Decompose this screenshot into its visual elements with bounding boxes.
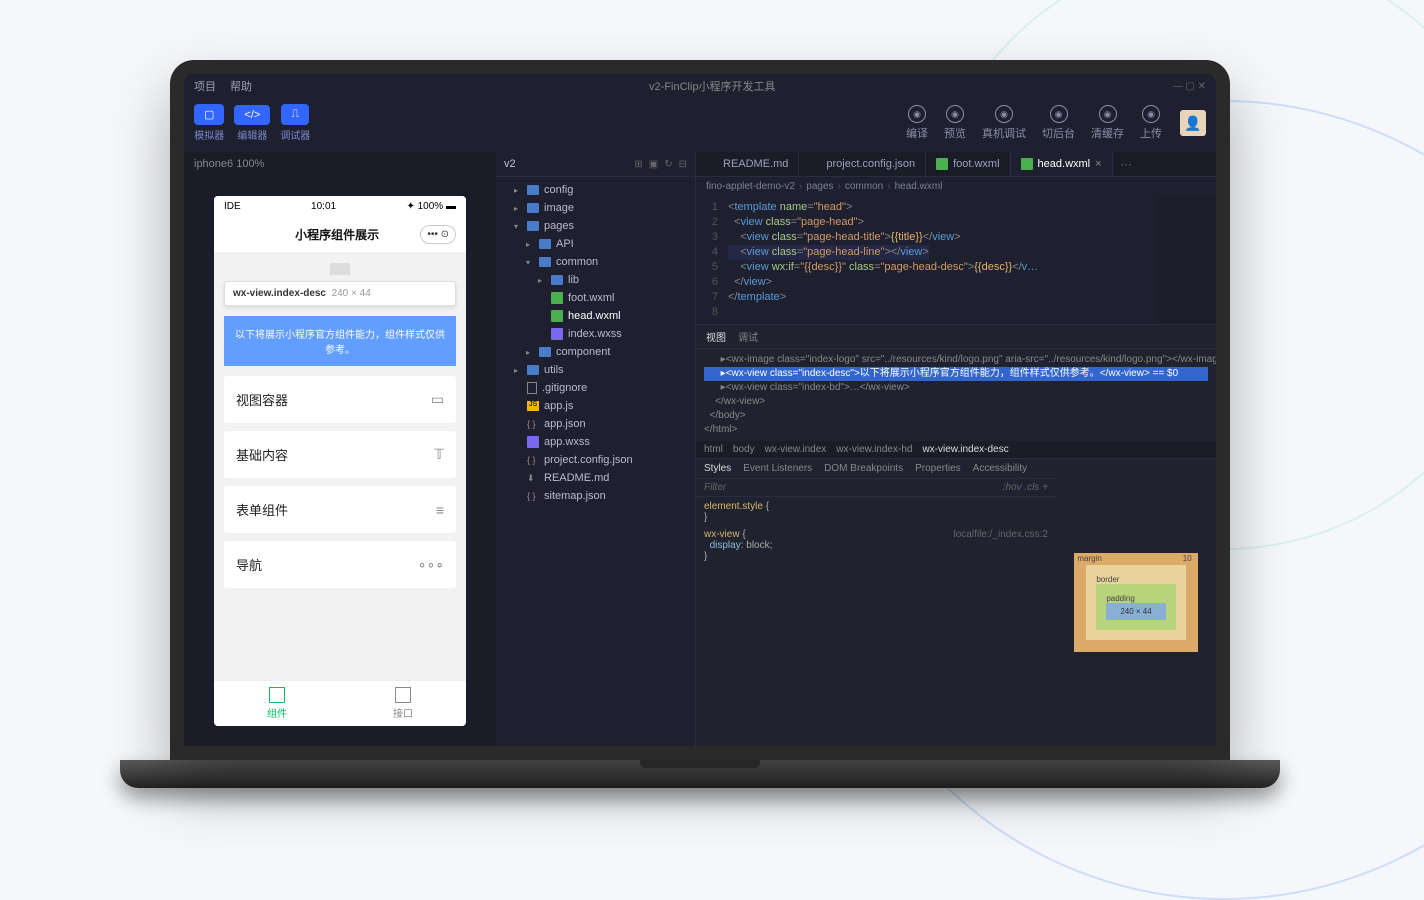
new-folder-icon[interactable]: ▣ <box>649 159 658 170</box>
styles-panel: StylesEvent ListenersDOM BreakpointsProp… <box>696 459 1056 746</box>
menu-help[interactable]: 帮助 <box>230 78 252 94</box>
upload-button[interactable]: ◉上传 <box>1132 105 1170 141</box>
menu-project[interactable]: 项目 <box>194 78 216 94</box>
tree-node[interactable]: { }sitemap.json <box>496 487 695 505</box>
page-title: 小程序组件展示 <box>254 226 420 243</box>
refresh-icon[interactable]: ↻ <box>664 159 672 170</box>
tree-node[interactable]: ▸API <box>496 235 695 253</box>
tree-node[interactable]: ▸utils <box>496 361 695 379</box>
tab-overflow[interactable]: ⋯ <box>1113 158 1140 171</box>
tree-node[interactable]: { }app.json <box>496 415 695 433</box>
tree-node[interactable]: ▸lib <box>496 271 695 289</box>
tree-node[interactable]: JSapp.js <box>496 397 695 415</box>
mode-simulator[interactable]: ▢ <box>194 104 224 125</box>
app-title: v2-FinClip小程序开发工具 <box>266 78 1159 94</box>
filter-input[interactable]: Filter <box>704 482 726 493</box>
tabbar-item[interactable]: 接口 <box>340 681 466 726</box>
tree-node[interactable]: ▸component <box>496 343 695 361</box>
devtools-top-tabs[interactable]: 视图 调试 <box>696 325 1216 349</box>
minimap[interactable] <box>1156 196 1216 324</box>
box-model: margin 10 border padding 240 × 44 <box>1056 459 1216 746</box>
sim-menu-item[interactable]: 表单组件≡ <box>224 486 456 533</box>
phone-tabbar: 组件接口 <box>214 680 466 726</box>
phone-menu-button[interactable]: ••• ⊙ <box>420 225 456 244</box>
styles-tabs[interactable]: StylesEvent ListenersDOM BreakpointsProp… <box>696 459 1056 479</box>
tree-node[interactable]: app.wxss <box>496 433 695 451</box>
simulator-panel: iphone6 100% IDE 10:01 ✦ 100% ▬ 小程序组件展示 <box>184 152 496 746</box>
dom-tree[interactable]: ▸<wx-image class="index-logo" src="../re… <box>696 349 1216 441</box>
tree-node[interactable]: ▾pages <box>496 217 695 235</box>
avatar[interactable]: 👤 <box>1180 110 1206 136</box>
background-button[interactable]: ◉切后台 <box>1034 105 1083 141</box>
project-root: v2 <box>504 158 516 170</box>
sim-menu-item[interactable]: 基础内容𝕋 <box>224 431 456 478</box>
tree-node[interactable]: head.wxml <box>496 307 695 325</box>
tree-node[interactable]: ▸config <box>496 181 695 199</box>
editor-tab[interactable]: head.wxml× <box>1011 152 1113 176</box>
breadcrumb: fino-applet-demo-v2›pages›common›head.wx… <box>696 177 1216 196</box>
editor-tab[interactable]: project.config.json <box>799 152 926 176</box>
tree-node[interactable]: { }project.config.json <box>496 451 695 469</box>
tree-node[interactable]: index.wxss <box>496 325 695 343</box>
editor-tab[interactable]: foot.wxml <box>926 152 1010 176</box>
compile-button[interactable]: ◉编译 <box>898 105 936 141</box>
mode-editor[interactable]: </> <box>234 105 270 125</box>
collapse-icon[interactable]: ⊟ <box>679 159 687 170</box>
file-tree[interactable]: ▸config▸image▾pages▸API▾common▸libfoot.w… <box>496 177 695 509</box>
highlighted-element: 以下将展示小程序官方组件能力，组件样式仅供参考。 <box>224 316 456 366</box>
clear-cache-button[interactable]: ◉清缓存 <box>1083 105 1132 141</box>
devtools: 视图 调试 ▸<wx-image class="index-logo" src=… <box>696 324 1216 746</box>
preview-button[interactable]: ◉预览 <box>936 105 974 141</box>
device-info: iphone6 100% <box>184 152 496 176</box>
laptop-mockup: 项目 帮助 v2-FinClip小程序开发工具 — ▢ ✕ ▢模拟器 </>编辑… <box>170 60 1230 788</box>
inspector-tooltip: wx-view.index-desc 240 × 44 <box>224 281 456 306</box>
tree-node[interactable]: ⬇README.md <box>496 469 695 487</box>
file-explorer: v2 ⊞ ▣ ↻ ⊟ ▸config▸image▾pages▸API▾commo… <box>496 152 696 746</box>
new-file-icon[interactable]: ⊞ <box>634 159 642 170</box>
tree-node[interactable]: ▸image <box>496 199 695 217</box>
sim-menu-item[interactable]: 视图容器▭ <box>224 376 456 423</box>
tabbar-item[interactable]: 组件 <box>214 681 340 726</box>
editor-tab[interactable]: README.md <box>696 152 799 176</box>
editor-tabs: README.mdproject.config.jsonfoot.wxmlhea… <box>696 152 1216 177</box>
menubar: 项目 帮助 v2-FinClip小程序开发工具 — ▢ ✕ <box>184 74 1216 98</box>
phone-preview: IDE 10:01 ✦ 100% ▬ 小程序组件展示 ••• ⊙ <box>214 196 466 726</box>
sim-menu-item[interactable]: 导航∘∘∘ <box>224 541 456 588</box>
window-controls[interactable]: — ▢ ✕ <box>1173 81 1206 92</box>
dom-breadcrumb[interactable]: htmlbodywx-view.indexwx-view.index-hdwx-… <box>696 441 1216 458</box>
phone-status-bar: IDE 10:01 ✦ 100% ▬ <box>214 196 466 217</box>
code-editor[interactable]: 1<template name="head">2 <view class="pa… <box>696 196 1216 324</box>
ide-window: 项目 帮助 v2-FinClip小程序开发工具 — ▢ ✕ ▢模拟器 </>编辑… <box>184 74 1216 746</box>
toolbar: ▢模拟器 </>编辑器 ⎍调试器 ◉编译◉预览◉真机调试◉切后台◉清缓存◉上传 … <box>184 98 1216 152</box>
filter-hints[interactable]: :hov .cls + <box>1003 482 1048 493</box>
tree-node[interactable]: .gitignore <box>496 379 695 397</box>
css-rules[interactable]: element.style {}</span><span class="css-… <box>696 497 1056 746</box>
tree-node[interactable]: ▾common <box>496 253 695 271</box>
tree-node[interactable]: foot.wxml <box>496 289 695 307</box>
mode-debugger[interactable]: ⎍ <box>281 104 309 125</box>
remote-debug-button[interactable]: ◉真机调试 <box>974 105 1034 141</box>
